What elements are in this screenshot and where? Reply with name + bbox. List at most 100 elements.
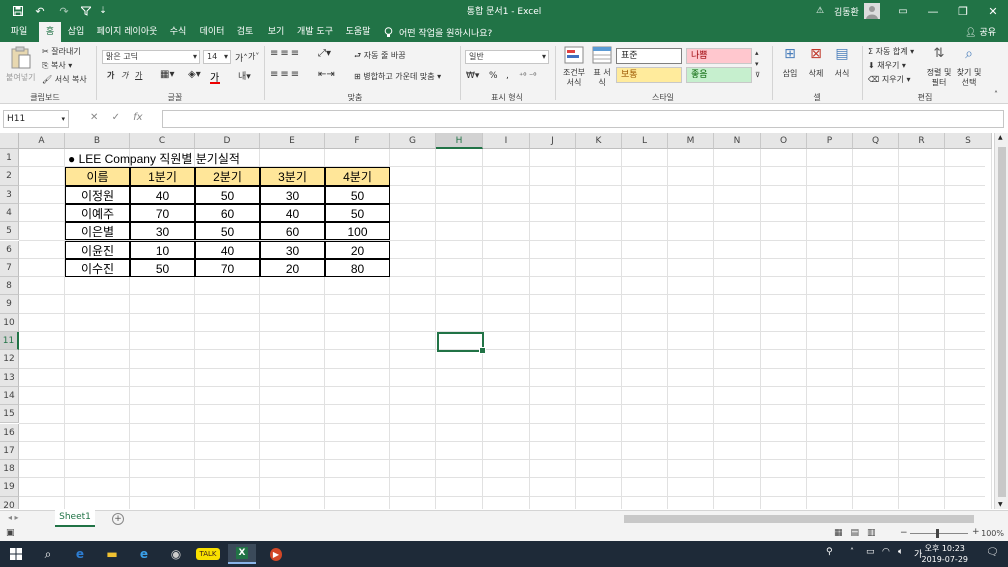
- row-header-13[interactable]: 13: [0, 368, 19, 387]
- table-cell[interactable]: 이수진: [65, 258, 130, 278]
- table-cell[interactable]: 100: [325, 222, 390, 241]
- column-header-o[interactable]: O: [761, 133, 807, 149]
- styles-scroll[interactable]: ▴ ▾ ⊽: [755, 48, 760, 81]
- name-box[interactable]: H11 ▾: [3, 110, 69, 128]
- column-header-q[interactable]: Q: [853, 133, 899, 149]
- warning-icon[interactable]: ⚠: [816, 0, 824, 22]
- table-header-cell[interactable]: 1분기: [130, 167, 195, 186]
- taskbar-clock[interactable]: 오후 10:23 2019-07-29: [922, 543, 969, 565]
- column-header-f[interactable]: F: [325, 133, 390, 149]
- kakaotalk-icon[interactable]: TALK: [194, 544, 222, 564]
- table-cell[interactable]: 50: [195, 222, 260, 241]
- shrink-font-button[interactable]: 가˅: [248, 51, 259, 62]
- indent-icons[interactable]: ⇤⇥: [318, 69, 335, 80]
- vertical-scroll-thumb[interactable]: [998, 147, 1006, 497]
- table-cell[interactable]: 40: [130, 185, 195, 204]
- table-cell[interactable]: 40: [260, 203, 325, 223]
- sheet-title[interactable]: ● LEE Company 직원별 분기실적: [68, 150, 240, 168]
- style-good[interactable]: 좋음: [686, 67, 752, 83]
- table-header-cell[interactable]: 3분기: [260, 167, 325, 186]
- file-explorer-icon[interactable]: ▬: [98, 544, 126, 564]
- column-header-p[interactable]: P: [807, 133, 853, 149]
- column-header-b[interactable]: B: [65, 133, 130, 149]
- font-color-icon[interactable]: 가: [210, 69, 220, 84]
- share-button[interactable]: 👤︎ 공유: [965, 25, 996, 38]
- row-header-15[interactable]: 15: [0, 405, 19, 424]
- vertical-align-icons[interactable]: ≡≡≡: [270, 48, 301, 59]
- style-bad[interactable]: 나쁨: [686, 48, 752, 64]
- row-header-10[interactable]: 10: [0, 313, 19, 332]
- table-cell[interactable]: 70: [130, 203, 195, 223]
- row-header-12[interactable]: 12: [0, 350, 19, 369]
- column-header-c[interactable]: C: [130, 133, 195, 149]
- sheet-tab-sheet1[interactable]: Sheet1: [55, 510, 95, 527]
- table-cell[interactable]: 30: [260, 240, 325, 259]
- table-header-cell[interactable]: 4분기: [325, 167, 390, 186]
- search-icon[interactable]: ⌕: [34, 544, 62, 564]
- tab-data[interactable]: 데이터: [197, 22, 227, 42]
- tab-file[interactable]: 파일: [4, 22, 34, 42]
- table-cell[interactable]: 80: [325, 258, 390, 278]
- column-header-r[interactable]: R: [899, 133, 945, 149]
- worksheet-grid[interactable]: ABCDEFGHIJKLMNOPQRS 1 2 3 4 5 6 7 8 9 10 11 12 13 14 1…: [0, 133, 1008, 509]
- table-header-cell[interactable]: 이름: [65, 167, 130, 186]
- column-header-a[interactable]: A: [19, 133, 65, 149]
- grow-font-button[interactable]: 가˄: [235, 51, 248, 64]
- column-header-k[interactable]: K: [576, 133, 622, 149]
- tab-page-layout[interactable]: 페이지 레이아웃: [95, 22, 159, 42]
- zoom-out-icon[interactable]: −: [900, 528, 908, 538]
- underline-button[interactable]: 가: [135, 70, 142, 81]
- volume-icon[interactable]: 🔈︎: [898, 547, 903, 557]
- column-header-h[interactable]: H: [436, 133, 483, 149]
- sort-filter-button[interactable]: ⇅ 정렬 및 필터: [926, 46, 952, 90]
- format-cells-button[interactable]: ▤ 서식: [830, 46, 854, 90]
- row-header-16[interactable]: 16: [0, 423, 19, 442]
- conditional-format-button[interactable]: 조건부 서식: [560, 46, 588, 90]
- currency-icon[interactable]: ₩▾: [466, 71, 479, 81]
- tab-developer[interactable]: 개발 도구: [294, 22, 336, 42]
- sheet-nav-icons[interactable]: ◂ ▸: [8, 513, 19, 522]
- column-header-i[interactable]: I: [483, 133, 530, 149]
- scroll-down-icon[interactable]: ▼: [998, 501, 1003, 508]
- row-header-4[interactable]: 4: [0, 203, 19, 223]
- wifi-icon[interactable]: ◠: [882, 547, 890, 557]
- comma-button[interactable]: ,: [506, 71, 509, 81]
- windows-start-icon[interactable]: [2, 544, 30, 564]
- table-cell[interactable]: 50: [195, 185, 260, 204]
- close-button[interactable]: ✕: [978, 0, 1008, 22]
- italic-button[interactable]: 가: [121, 70, 128, 81]
- view-mode-icons[interactable]: ▦▤▥: [834, 528, 884, 538]
- fill-button[interactable]: ⬇ 채우기 ▾: [868, 60, 906, 71]
- table-cell[interactable]: 10: [130, 240, 195, 259]
- active-cell-selection[interactable]: [437, 332, 486, 354]
- horizontal-align-icons[interactable]: ≡≡≡: [270, 69, 301, 80]
- table-cell[interactable]: 60: [195, 203, 260, 223]
- insert-cells-button[interactable]: ⊞ 삽입: [778, 46, 802, 90]
- app-icon[interactable]: ◉: [162, 544, 190, 564]
- restore-button[interactable]: ❐: [948, 0, 978, 22]
- ribbon-display-icon[interactable]: ▭: [888, 0, 918, 22]
- battery-icon[interactable]: ▭: [866, 547, 875, 557]
- select-all-corner[interactable]: [0, 133, 19, 149]
- table-cell[interactable]: 이은별: [65, 222, 130, 241]
- table-cell[interactable]: 20: [260, 258, 325, 278]
- zoom-slider[interactable]: [910, 533, 968, 534]
- vertical-scrollbar[interactable]: ▲ ▼: [994, 133, 1008, 509]
- table-cell[interactable]: 40: [195, 240, 260, 259]
- cancel-icon[interactable]: ✕: [90, 112, 98, 123]
- tab-home[interactable]: 홈: [39, 22, 61, 42]
- bold-button[interactable]: 가: [107, 70, 114, 81]
- row-header-19[interactable]: 19: [0, 478, 19, 497]
- people-icon[interactable]: ⚲: [826, 547, 833, 557]
- enter-icon[interactable]: ✓: [112, 112, 120, 123]
- cut-button[interactable]: ✂ 잘라내기: [42, 46, 81, 57]
- table-cell[interactable]: 이예주: [65, 203, 130, 223]
- paste-button[interactable]: 붙여넣기: [6, 46, 36, 90]
- autosum-button[interactable]: Σ 자동 합계 ▾: [868, 46, 914, 57]
- internet-explorer-icon[interactable]: e: [130, 544, 158, 564]
- row-header-2[interactable]: 2: [0, 167, 19, 186]
- decimal-icons[interactable]: ⁺⁰ ⁻⁰: [519, 71, 536, 80]
- column-header-d[interactable]: D: [195, 133, 260, 149]
- column-header-j[interactable]: J: [530, 133, 576, 149]
- horizontal-scrollbar[interactable]: [614, 514, 994, 524]
